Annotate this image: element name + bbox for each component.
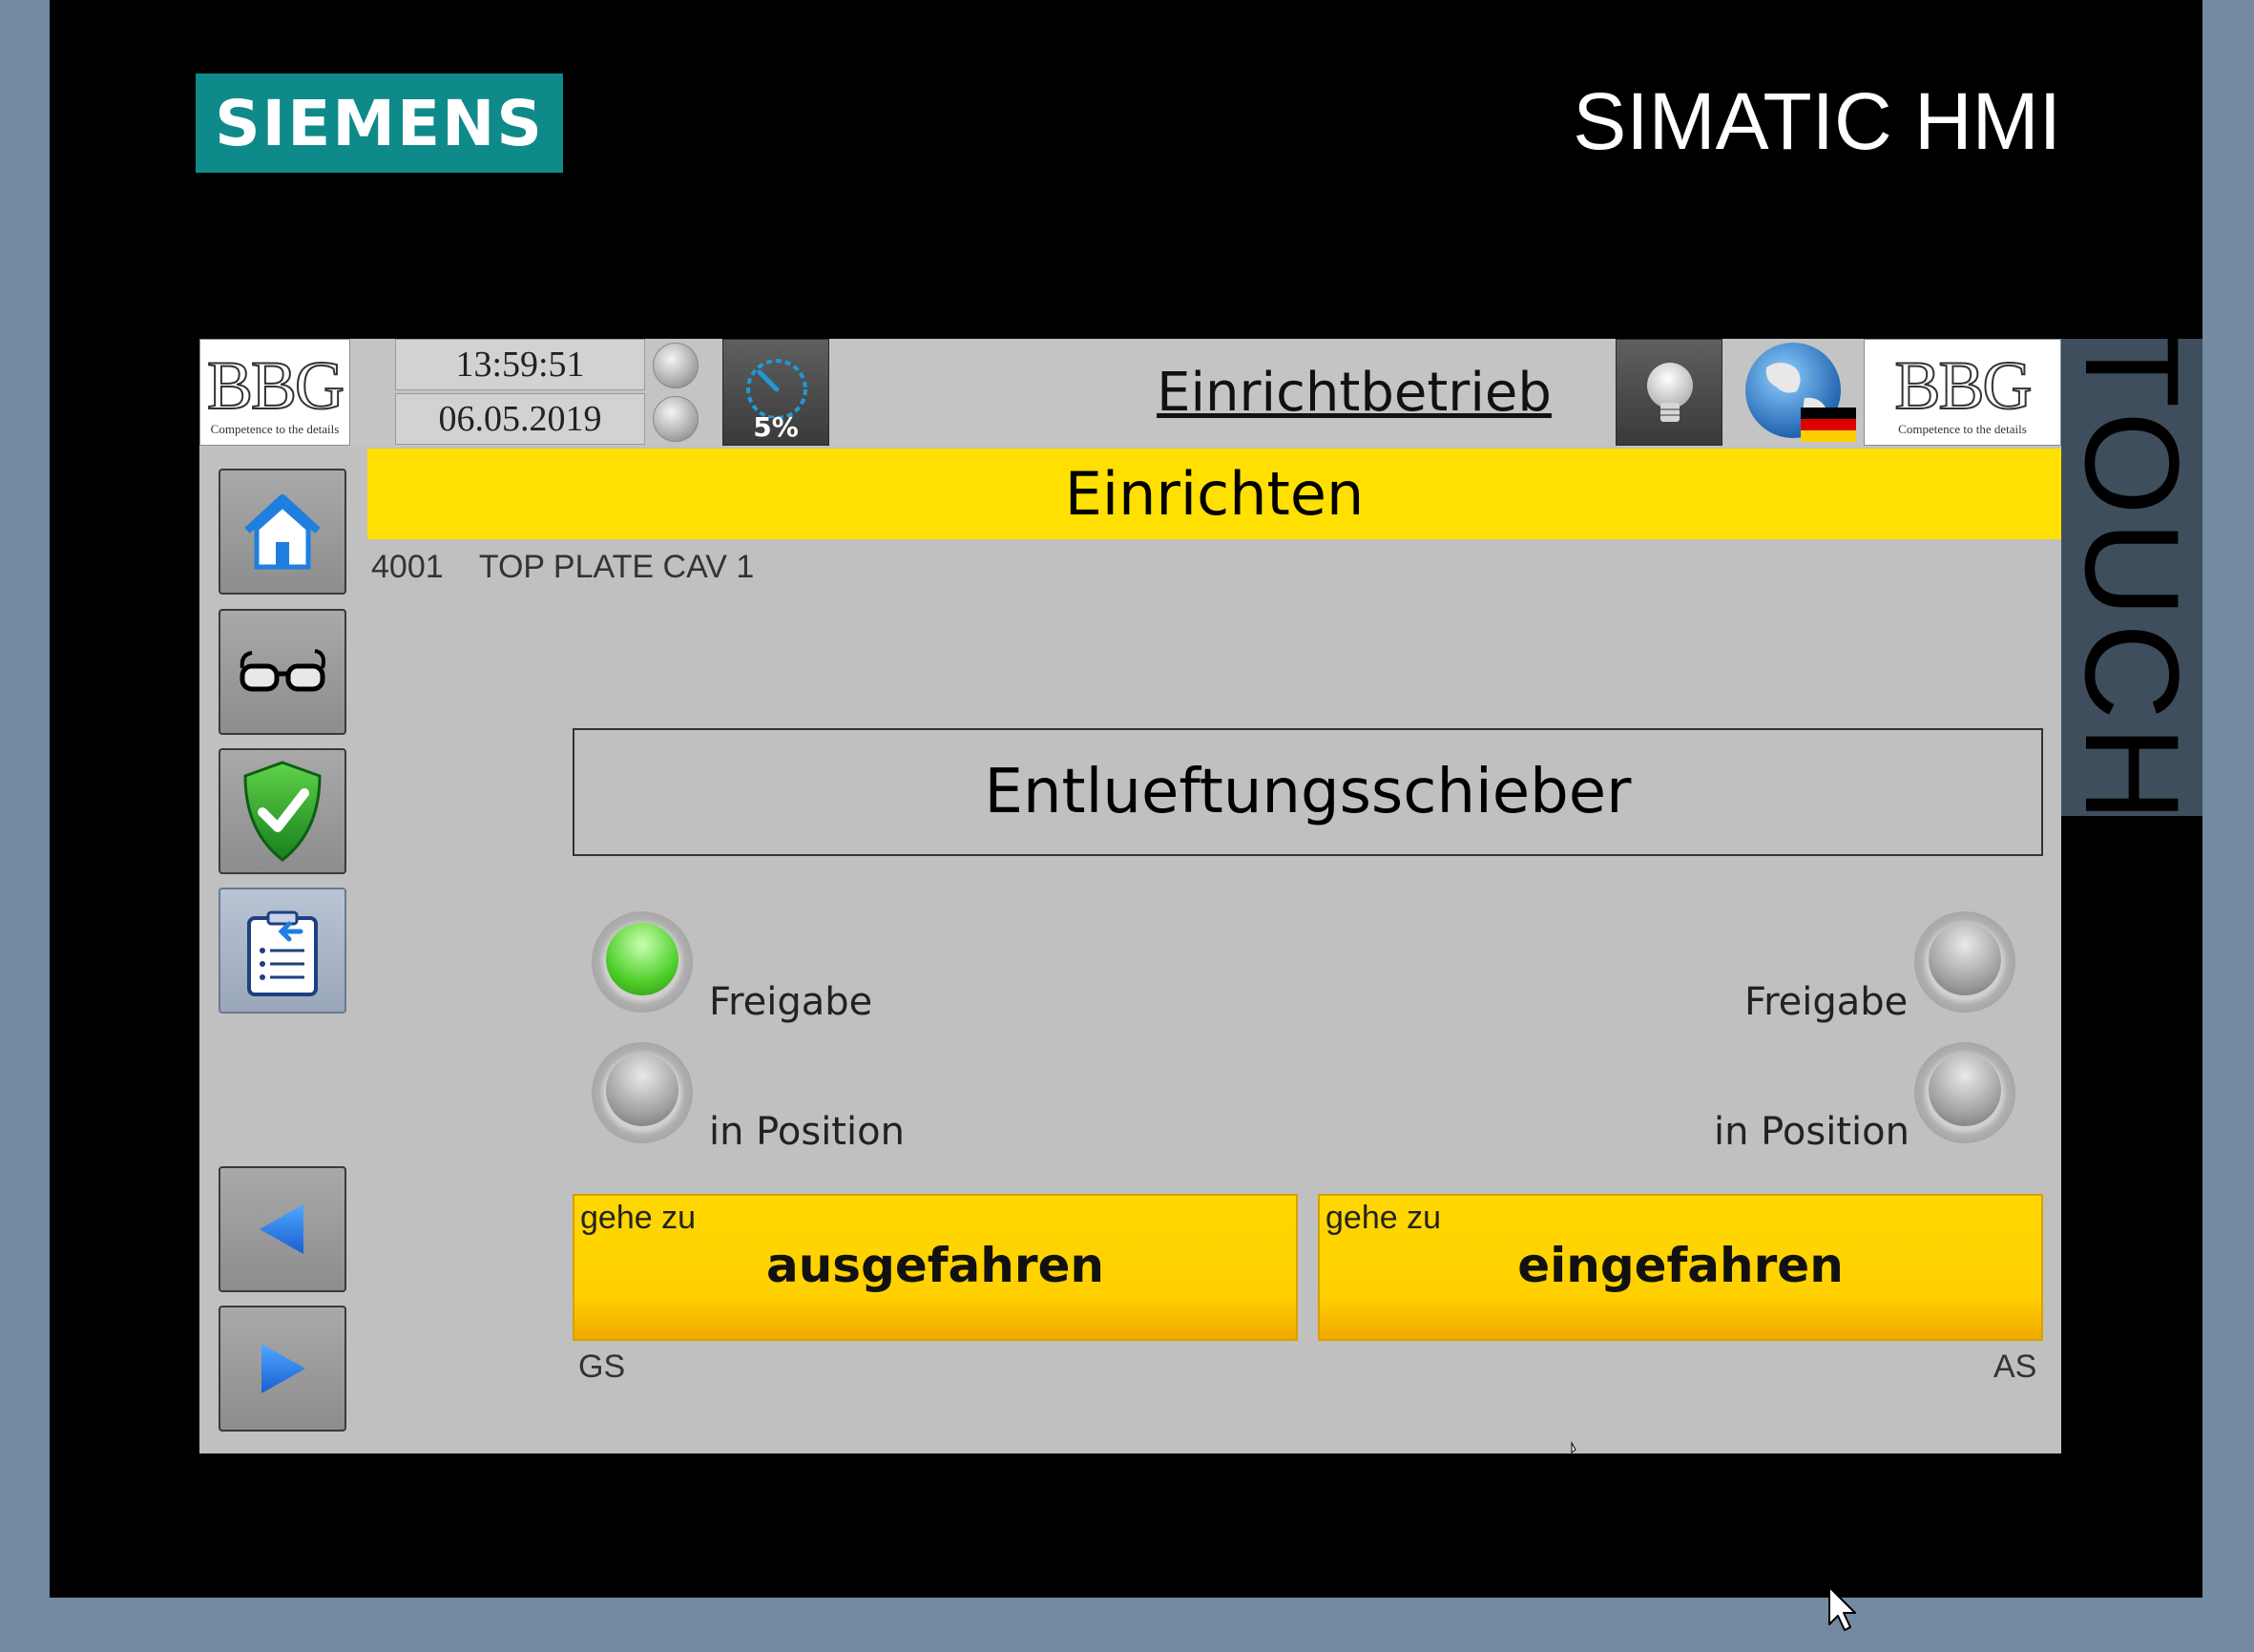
list-back-icon (247, 910, 318, 996)
bbg-logo-mark: BBG (1893, 347, 2033, 424)
goto-extended-prefix: gehe zu (580, 1200, 696, 1236)
goto-extended-label: ausgefahren (765, 1238, 1105, 1293)
status-led-top (653, 343, 699, 388)
hmi-screen: BBG Competence to the details 13:59:51 0… (199, 339, 2061, 1453)
right-release-label: Freigabe (1744, 980, 1909, 1024)
light-button[interactable] (1616, 339, 1722, 446)
light-bulb-icon (1647, 363, 1693, 422)
nav-next-button[interactable] (219, 1306, 346, 1432)
arrow-left-icon (260, 1204, 303, 1254)
globe-language-icon (1745, 343, 1856, 442)
left-position-label: in Position (709, 1110, 905, 1154)
header-bar: BBG Competence to the details 13:59:51 0… (199, 339, 2061, 447)
nav-previous-button[interactable] (219, 1166, 346, 1292)
goto-retracted-prefix: gehe zu (1325, 1200, 1441, 1236)
bbg-logo-left: BBG Competence to the details (199, 339, 350, 446)
nav-view-button[interactable] (219, 609, 346, 735)
nav-list-button[interactable] (219, 888, 346, 1014)
right-side-label: AS (1993, 1349, 2037, 1385)
home-icon (244, 494, 321, 570)
speed-override-value: 5% (753, 411, 799, 443)
touch-label: TOUCH (2057, 326, 2207, 828)
bbg-logo-right: BBG Competence to the details (1864, 339, 2061, 446)
left-side-label: GS (578, 1349, 626, 1385)
goto-retracted-label: eingefahren (1517, 1238, 1844, 1293)
mouse-cursor-icon (1828, 1586, 1856, 1631)
right-position-led (1914, 1042, 2015, 1143)
small-cursor-icon (1571, 1441, 1576, 1453)
left-release-led (592, 911, 693, 1013)
clock-date: 06.05.2019 (395, 393, 645, 445)
nav-confirm-button[interactable] (219, 748, 346, 874)
screen-title-bar: Einrichten (367, 449, 2061, 539)
clock-time: 13:59:51 (395, 339, 645, 390)
device-title: Entlueftungsschieber (573, 728, 2043, 856)
siemens-logo: SIEMENS (196, 73, 563, 173)
recipe-name: TOP PLATE CAV 1 (478, 549, 755, 585)
language-button[interactable] (1738, 339, 1862, 446)
recipe-number: 4001 (371, 549, 444, 585)
goto-extended-button[interactable]: gehe zu ausgefahren (573, 1194, 1298, 1341)
bbg-logo-mark: BBG (206, 347, 345, 424)
goto-retracted-button[interactable]: gehe zu eingefahren (1318, 1194, 2043, 1341)
right-release-led (1914, 911, 2015, 1013)
arrow-right-icon (261, 1344, 305, 1393)
simatic-hmi-label: SIMATIC HMI (1573, 76, 2061, 166)
bbg-logo-tagline: Competence to the details (1898, 422, 2027, 436)
gauge-icon (746, 359, 807, 418)
right-position-label: in Position (1714, 1110, 1910, 1154)
recipe-info: 4001 TOP PLATE CAV 1 (371, 549, 754, 586)
bbg-logo-tagline: Competence to the details (210, 422, 340, 436)
nav-home-button[interactable] (219, 469, 346, 595)
shield-check-icon (243, 761, 322, 862)
left-release-label: Freigabe (709, 980, 873, 1024)
left-position-led (592, 1042, 693, 1143)
speed-override-button[interactable]: 5% (722, 339, 829, 446)
glasses-icon (240, 649, 325, 692)
datetime-display: 13:59:51 06.05.2019 (395, 339, 645, 446)
screen-title: Einrichten (1064, 459, 1365, 529)
status-led-bottom (653, 396, 699, 442)
